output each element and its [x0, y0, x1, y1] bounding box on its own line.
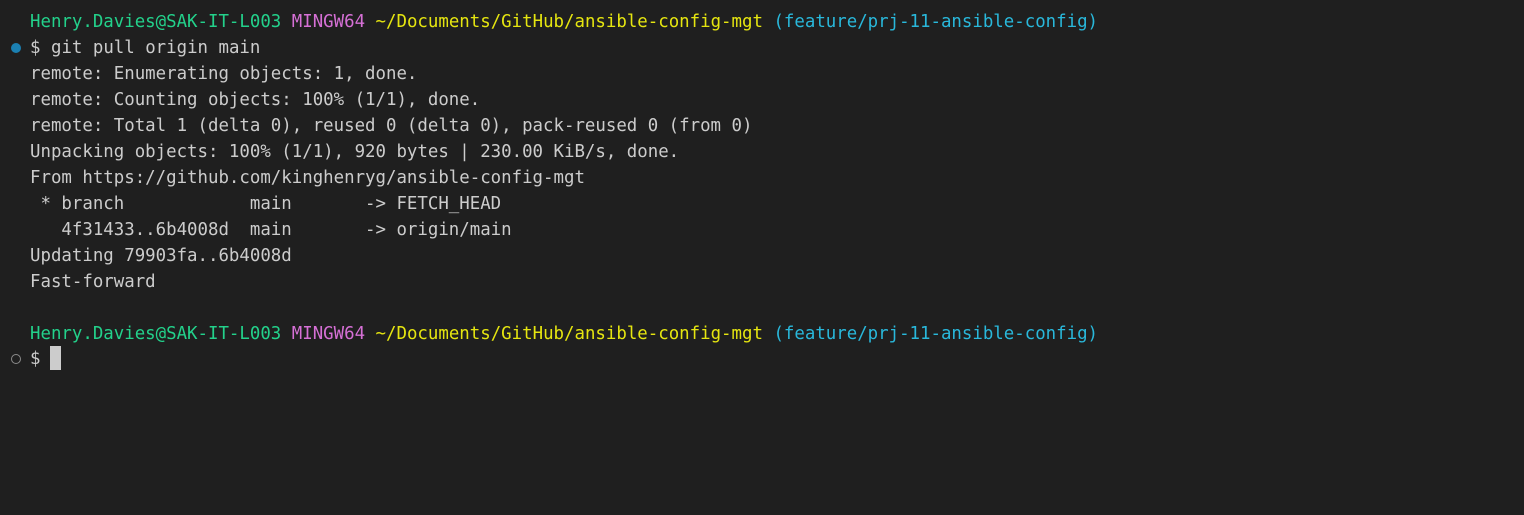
prompt-path: ~/Documents/GitHub/ansible-config-mgt	[375, 324, 763, 344]
input-line[interactable]: $	[30, 345, 62, 372]
prompt-system: MINGW64	[291, 12, 366, 32]
prompt-line: Henry.Davies@SAK-IT-L003 MINGW64 ~/Docum…	[30, 321, 1098, 347]
prompt-symbol: $	[30, 38, 41, 58]
output-line: remote: Enumerating objects: 1, done.	[30, 64, 418, 84]
command-text: git pull origin main	[50, 38, 261, 58]
prompt-branch: (feature/prj-11-ansible-config)	[773, 12, 1099, 32]
command-pending-decoration-icon[interactable]	[11, 354, 21, 364]
output-line: * branch main -> FETCH_HEAD	[30, 194, 502, 214]
prompt-path: ~/Documents/GitHub/ansible-config-mgt	[375, 12, 763, 32]
output-line: 4f31433..6b4008d main -> origin/main	[30, 220, 512, 240]
prompt-symbol: $	[30, 349, 41, 369]
command-success-decoration-icon[interactable]	[11, 43, 21, 53]
terminal-panel[interactable]: Henry.Davies@SAK-IT-L003 MINGW64 ~/Docum…	[0, 0, 1524, 515]
prompt-system: MINGW64	[291, 324, 366, 344]
prompt-branch: (feature/prj-11-ansible-config)	[773, 324, 1099, 344]
prompt-user: Henry.Davies@SAK-IT-L003	[30, 324, 282, 344]
prompt-line: Henry.Davies@SAK-IT-L003 MINGW64 ~/Docum…	[30, 9, 1098, 35]
output-line: Unpacking objects: 100% (1/1), 920 bytes…	[30, 142, 680, 162]
terminal-cursor	[50, 345, 62, 370]
output-line: From https://github.com/kinghenryg/ansib…	[30, 168, 585, 188]
output-line: remote: Counting objects: 100% (1/1), do…	[30, 90, 481, 110]
output-line: Fast-forward	[30, 272, 156, 292]
output-line: Updating 79903fa..6b4008d	[30, 246, 292, 266]
output-line: remote: Total 1 (delta 0), reused 0 (del…	[30, 116, 753, 136]
command-line: $ git pull origin main	[30, 35, 260, 61]
prompt-user: Henry.Davies@SAK-IT-L003	[30, 12, 282, 32]
